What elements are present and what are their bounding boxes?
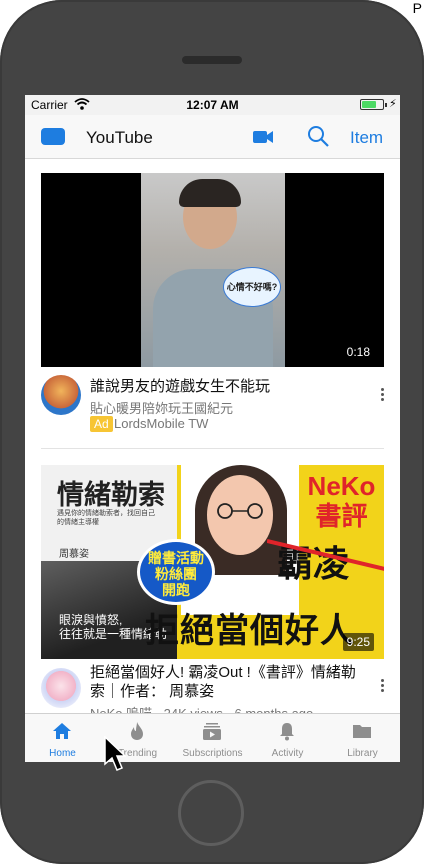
battery-icon (360, 99, 384, 110)
app-screen: Carrier 12:07 AM ⚡ YouTube Item 心情不好嗎? 0… (25, 95, 400, 762)
tab-bar: Home Trending Subscriptions Activity Lib… (25, 713, 400, 762)
channel-name[interactable]: LordsMobile TW (114, 416, 208, 432)
book-title: 情緒勒索 (57, 480, 165, 511)
corner-label: P (412, 0, 422, 16)
square-logo-icon[interactable] (41, 128, 65, 145)
tab-label: Activity (271, 748, 304, 759)
tab-label: Home (49, 748, 76, 759)
brand-logo: NeKo 書評 (299, 471, 384, 531)
strike-through-mark (267, 539, 384, 571)
tab-home[interactable]: Home (25, 714, 100, 762)
thumbnail-photo: 心情不好嗎? (141, 173, 285, 367)
clock-time: 12:07 AM (186, 98, 239, 112)
video-camera-icon[interactable] (253, 130, 273, 144)
duration-badge: 9:25 (342, 633, 374, 651)
charging-bolt-icon: ⚡ (389, 98, 397, 110)
search-icon[interactable] (307, 125, 329, 147)
video-title[interactable]: 誰說男友的遊戲女生不能玩 (90, 377, 368, 396)
video-subtitle: 貼心暖男陪妳玩王國紀元 (90, 401, 234, 416)
divider (41, 448, 384, 449)
tab-label: Subscriptions (182, 748, 243, 759)
book-blurb: 遇見你的情緒勒索者，找回自己的情緒主導權 (57, 510, 155, 526)
bell-icon (280, 723, 294, 741)
promo-line: 粉絲團 (155, 566, 197, 582)
channel-avatar[interactable] (41, 375, 81, 415)
speaker-grille (182, 56, 242, 64)
thumbnail-headline: 拒絕當個好人 (145, 612, 355, 650)
ad-badge: Ad (90, 416, 113, 432)
duration-badge: 0:18 (342, 343, 374, 361)
speech-bubble: 心情不好嗎? (223, 267, 281, 307)
person-hair (179, 179, 241, 207)
tab-label: Library (347, 748, 378, 759)
more-options-icon[interactable] (381, 387, 385, 403)
subscriptions-icon (203, 723, 221, 740)
phone-frame: Carrier 12:07 AM ⚡ YouTube Item 心情不好嗎? 0… (0, 0, 424, 864)
video-thumbnail[interactable]: 心情不好嗎? 0:18 (41, 173, 384, 367)
home-button[interactable] (178, 780, 244, 846)
mouse-cursor-icon (104, 736, 126, 771)
home-icon (53, 723, 71, 739)
battery-level (362, 101, 376, 108)
tab-library[interactable]: Library (325, 714, 400, 762)
tab-activity[interactable]: Activity (250, 714, 325, 762)
promo-line: 贈書活動 (148, 550, 204, 566)
channel-avatar[interactable] (41, 668, 81, 708)
battery-tip (385, 103, 387, 107)
nav-title: YouTube (86, 128, 153, 147)
status-bar: Carrier 12:07 AM ⚡ (25, 95, 400, 115)
video-feed[interactable]: 心情不好嗎? 0:18 誰說男友的遊戲女生不能玩 貼心暖男陪妳玩王國紀元 Ad … (25, 160, 400, 713)
video-title[interactable]: 拒絕當個好人! 霸凌Out !《書評》情緒勒索｜作者： 周慕姿 (90, 663, 368, 701)
promo-line: 開跑 (162, 582, 190, 598)
tab-subscriptions[interactable]: Subscriptions (175, 714, 250, 762)
brand-line: NeKo (307, 471, 376, 501)
video-thumbnail[interactable]: 情緒勒索 遇見你的情緒勒索者，找回自己的情緒主導權 周慕姿 眼淚與憤怒, 往往就… (41, 465, 384, 659)
glasses-icon (217, 503, 263, 519)
brand-line: 書評 (315, 501, 368, 531)
book-author: 周慕姿 (59, 549, 89, 560)
promo-badge: 贈書活動 粉絲團 開跑 (137, 539, 215, 605)
more-options-icon[interactable] (381, 678, 385, 694)
flame-icon (131, 722, 143, 740)
video-meta: NeKo 嗚喵 · 24K views · 6 months ago (90, 703, 313, 713)
folder-icon (353, 725, 371, 738)
navigation-bar: YouTube Item (25, 115, 400, 159)
item-button[interactable]: Item (350, 128, 383, 148)
